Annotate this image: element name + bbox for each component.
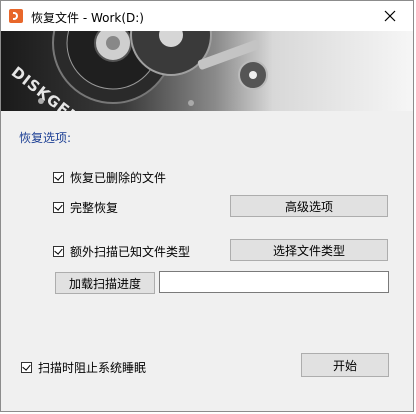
full-recover-checkbox[interactable] [53, 202, 64, 213]
advanced-options-button[interactable]: 高级选项 [230, 195, 388, 217]
title-bar: 恢复文件 - Work(D:) [1, 1, 413, 31]
select-file-types-button[interactable]: 选择文件类型 [230, 239, 388, 261]
recover-deleted-label: 恢复已删除的文件 [70, 171, 167, 185]
close-button[interactable] [367, 1, 413, 31]
header-banner: DISKGENIUS [1, 31, 413, 111]
recovery-options-label: 恢复选项: [19, 131, 72, 145]
extra-scan-option[interactable]: 额外扫描已知文件类型 [53, 243, 190, 260]
full-recover-option[interactable]: 完整恢复 [53, 199, 118, 216]
prevent-sleep-option[interactable]: 扫描时阻止系统睡眠 [21, 359, 146, 376]
full-recover-label: 完整恢复 [70, 201, 119, 215]
load-scan-progress-button[interactable]: 加载扫描进度 [55, 272, 155, 294]
window-title: 恢复文件 - Work(D:) [31, 11, 144, 25]
prevent-sleep-label: 扫描时阻止系统睡眠 [38, 361, 147, 375]
recover-files-dialog: 恢复文件 - Work(D:) DISKGENIUS 恢复选项: 恢复已删除的文… [0, 0, 414, 412]
recover-deleted-checkbox[interactable] [53, 172, 64, 183]
close-icon [384, 10, 396, 22]
progress-file-path-input[interactable] [159, 271, 389, 293]
prevent-sleep-checkbox[interactable] [21, 362, 32, 373]
app-icon [9, 9, 23, 23]
start-button[interactable]: 开始 [301, 353, 389, 377]
extra-scan-label: 额外扫描已知文件类型 [70, 245, 191, 259]
recover-deleted-option[interactable]: 恢复已删除的文件 [53, 169, 166, 186]
extra-scan-checkbox[interactable] [53, 246, 64, 257]
